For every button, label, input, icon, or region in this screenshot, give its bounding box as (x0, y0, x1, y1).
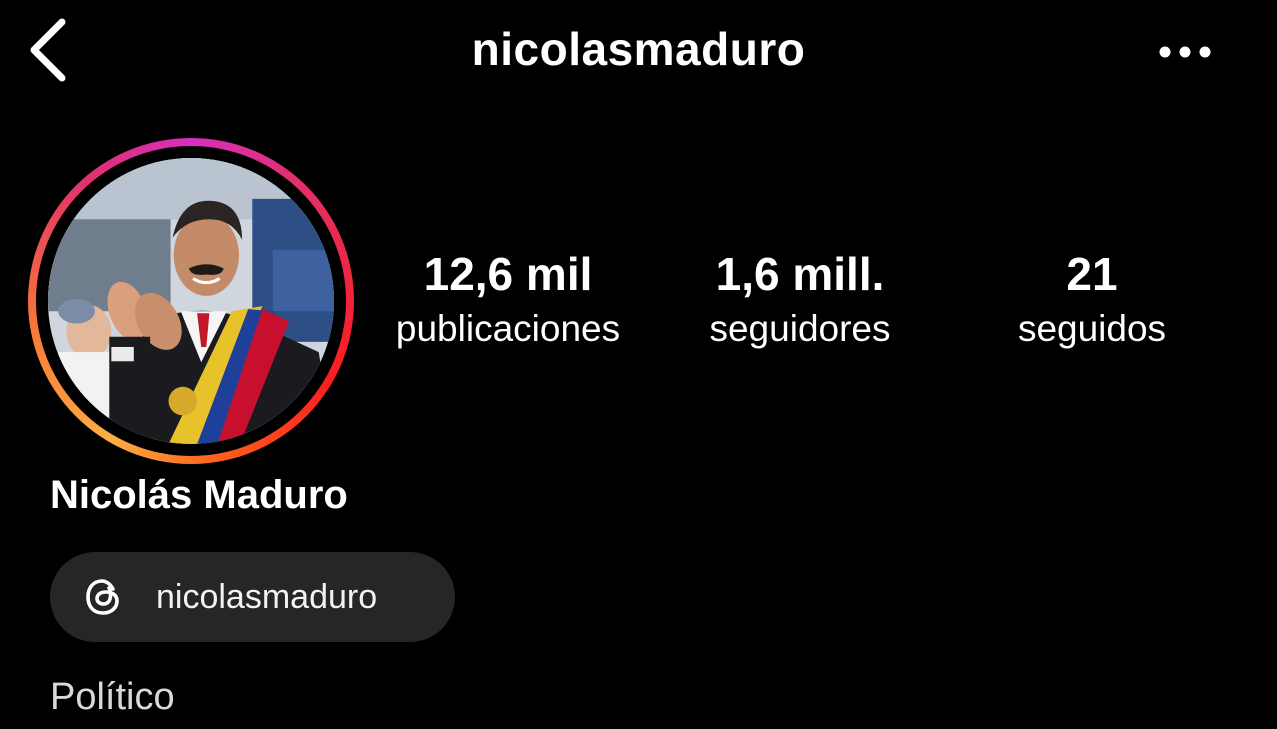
followers-label: seguidores (709, 308, 891, 349)
posts-value: 12,6 mil (423, 248, 593, 300)
profile-photo (48, 158, 334, 444)
story-ring[interactable] (28, 138, 354, 464)
profile-category: Político (50, 676, 175, 718)
display-name: Nicolás Maduro (50, 473, 348, 517)
top-bar: nicolasmaduro (0, 0, 1277, 100)
username-text: nicolasmaduro (471, 23, 806, 75)
posts-label: publicaciones (395, 308, 621, 349)
threads-link-button[interactable]: nicolasmaduro (50, 552, 455, 642)
avatar-gap (36, 146, 346, 456)
profile-username: nicolasmaduro (0, 22, 1277, 76)
followers-value: 1,6 mill. (715, 248, 885, 300)
followers-count[interactable]: 1,6 mill. seguidores (682, 248, 918, 354)
following-label: seguidos (1017, 308, 1167, 349)
more-options-button[interactable] (1150, 30, 1220, 74)
following-value: 21 (1066, 248, 1118, 300)
posts-count[interactable]: 12,6 mil publicaciones (376, 248, 640, 354)
avatar (48, 158, 334, 444)
following-count[interactable]: 21 seguidos (994, 248, 1190, 354)
more-horizontal-icon (1159, 46, 1211, 58)
threads-icon (80, 573, 128, 621)
profile-page: nicolasmaduro 12,6 mil publicaciones 1,6… (0, 0, 1277, 729)
threads-handle: nicolasmaduro (156, 577, 378, 616)
